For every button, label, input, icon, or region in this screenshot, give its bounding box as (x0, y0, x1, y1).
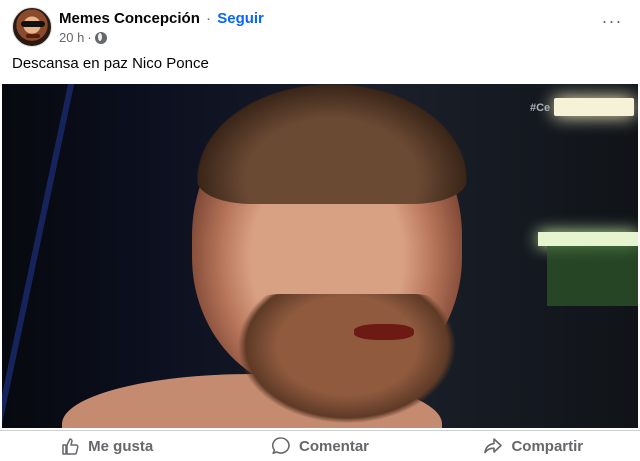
more-options-button[interactable]: ··· (600, 12, 624, 32)
comment-label: Comentar (298, 437, 369, 455)
avatar-sunglasses (21, 21, 45, 27)
background-light (538, 232, 638, 246)
speech-bubble-icon (271, 437, 290, 455)
like-button[interactable]: Me gusta (0, 431, 213, 461)
broadcast-watermark: #Ce (530, 102, 551, 114)
background-banner (547, 246, 638, 306)
fighter-beard (237, 294, 457, 424)
background-light (554, 98, 634, 116)
ellipsis-icon: ··· (601, 11, 623, 31)
post-photo[interactable]: #Ce (2, 84, 638, 428)
facebook-post: Memes Concepción · Seguir 20 h · ··· Des… (0, 0, 640, 461)
post-meta: 20 h · (59, 30, 107, 45)
post-actions-bar: Me gusta Comentar Compartir (0, 430, 640, 461)
post-header: Memes Concepción · Seguir 20 h · ··· (0, 0, 640, 50)
fighter-hair (197, 84, 467, 204)
share-button[interactable]: Compartir (427, 431, 640, 461)
follow-button[interactable]: Seguir (217, 10, 264, 27)
thumbs-up-icon (62, 438, 79, 455)
fighter-mouth (354, 324, 414, 340)
name-separator: · (206, 10, 212, 27)
like-label: Me gusta (88, 437, 154, 455)
background-light-stripe (2, 84, 78, 428)
page-name-link[interactable]: Memes Concepción (59, 10, 200, 27)
page-avatar[interactable] (12, 7, 52, 47)
share-label: Compartir (511, 437, 584, 455)
name-line: Memes Concepción · Seguir (59, 10, 264, 27)
meta-separator: · (87, 30, 92, 45)
avatar-mouth (26, 34, 40, 38)
post-timestamp[interactable]: 20 h (59, 30, 84, 45)
globe-icon[interactable] (94, 31, 107, 44)
share-arrow-icon (484, 438, 503, 454)
post-caption: Descansa en paz Nico Ponce (12, 55, 209, 72)
comment-button[interactable]: Comentar (213, 431, 426, 461)
